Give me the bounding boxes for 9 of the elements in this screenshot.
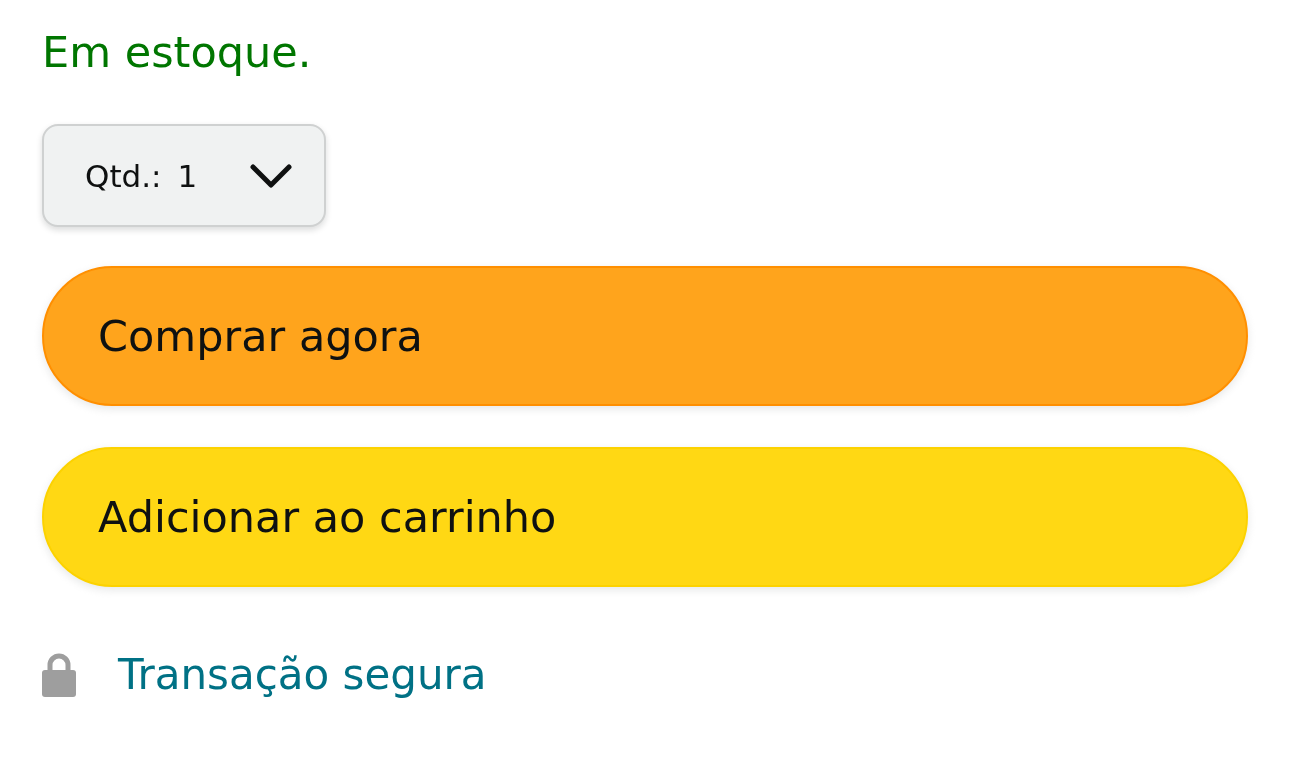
buy-now-button[interactable]: Comprar agora — [42, 266, 1248, 406]
chevron-down-icon — [250, 163, 292, 188]
add-to-cart-button[interactable]: Adicionar ao carrinho — [42, 447, 1248, 587]
quantity-label: Qtd.: — [85, 157, 162, 194]
quantity-value: 1 — [177, 157, 198, 194]
secure-transaction-link[interactable]: Transação segura — [118, 649, 487, 701]
lock-icon — [42, 653, 76, 697]
stock-status: Em estoque. — [42, 26, 312, 78]
quantity-dropdown[interactable]: Qtd.: 1 — [42, 124, 326, 227]
